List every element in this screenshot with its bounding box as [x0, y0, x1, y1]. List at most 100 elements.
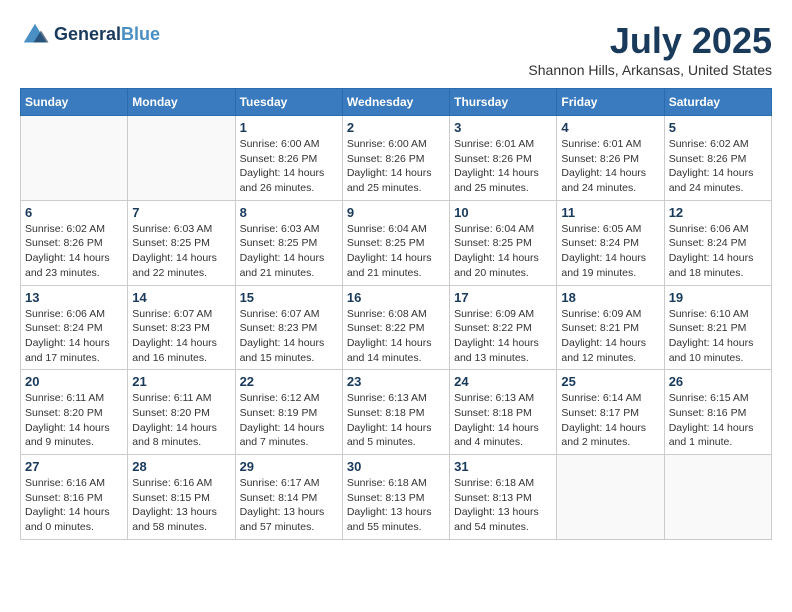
- calendar-cell: 2 Sunrise: 6:00 AM Sunset: 8:26 PM Daylig…: [342, 116, 449, 201]
- calendar-cell: 1 Sunrise: 6:00 AM Sunset: 8:26 PM Daylig…: [235, 116, 342, 201]
- page-header: GeneralBlue July 2025 Shannon Hills, Ark…: [20, 20, 772, 78]
- weekday-header-cell: Tuesday: [235, 89, 342, 116]
- day-number: 15: [240, 290, 338, 305]
- day-number: 1: [240, 120, 338, 135]
- day-number: 14: [132, 290, 230, 305]
- day-info: Sunrise: 6:09 AM Sunset: 8:22 PM Dayligh…: [454, 307, 552, 366]
- logo-icon: [20, 20, 50, 50]
- day-number: 30: [347, 459, 445, 474]
- calendar-cell: 31Sunrise: 6:18 AM Sunset: 8:13 PM Dayli…: [450, 455, 557, 540]
- weekday-header-row: SundayMondayTuesdayWednesdayThursdayFrid…: [21, 89, 772, 116]
- day-number: 17: [454, 290, 552, 305]
- day-info: Sunrise: 6:11 AM Sunset: 8:20 PM Dayligh…: [25, 391, 123, 450]
- day-info: Sunrise: 6:14 AM Sunset: 8:17 PM Dayligh…: [561, 391, 659, 450]
- day-info: Sunrise: 6:10 AM Sunset: 8:21 PM Dayligh…: [669, 307, 767, 366]
- day-number: 29: [240, 459, 338, 474]
- day-number: 31: [454, 459, 552, 474]
- day-info: Sunrise: 6:13 AM Sunset: 8:18 PM Dayligh…: [347, 391, 445, 450]
- weekday-header-cell: Friday: [557, 89, 664, 116]
- weekday-header-cell: Thursday: [450, 89, 557, 116]
- day-info: Sunrise: 6:13 AM Sunset: 8:18 PM Dayligh…: [454, 391, 552, 450]
- calendar-cell: 4 Sunrise: 6:01 AM Sunset: 8:26 PM Daylig…: [557, 116, 664, 201]
- logo: GeneralBlue: [20, 20, 160, 50]
- calendar-cell: 13 Sunrise: 6:06 AM Sunset: 8:24 PM Dayli…: [21, 285, 128, 370]
- day-number: 16: [347, 290, 445, 305]
- day-number: 10: [454, 205, 552, 220]
- calendar-cell: 28 Sunrise: 6:16 AM Sunset: 8:15 PM Dayli…: [128, 455, 235, 540]
- calendar-cell: [21, 116, 128, 201]
- day-info: Sunrise: 6:06 AM Sunset: 8:24 PM Dayligh…: [25, 307, 123, 366]
- day-info: Sunrise: 6:00 AM Sunset: 8:26 PM Dayligh…: [347, 137, 445, 196]
- day-number: 9: [347, 205, 445, 220]
- day-info: Sunrise: 6:16 AM Sunset: 8:15 PM Dayligh…: [132, 476, 230, 535]
- location: Shannon Hills, Arkansas, United States: [528, 62, 772, 78]
- day-number: 11: [561, 205, 659, 220]
- day-number: 21: [132, 374, 230, 389]
- day-number: 12: [669, 205, 767, 220]
- day-number: 18: [561, 290, 659, 305]
- day-info: Sunrise: 6:07 AM Sunset: 8:23 PM Dayligh…: [132, 307, 230, 366]
- calendar-week-row: 13 Sunrise: 6:06 AM Sunset: 8:24 PM Dayli…: [21, 285, 772, 370]
- weekday-header-cell: Sunday: [21, 89, 128, 116]
- calendar-week-row: 1 Sunrise: 6:00 AM Sunset: 8:26 PM Daylig…: [21, 116, 772, 201]
- calendar-cell: 20 Sunrise: 6:11 AM Sunset: 8:20 PM Dayli…: [21, 370, 128, 455]
- calendar-cell: 29 Sunrise: 6:17 AM Sunset: 8:14 PM Dayli…: [235, 455, 342, 540]
- day-number: 25: [561, 374, 659, 389]
- month-title: July 2025: [528, 20, 772, 62]
- calendar-cell: 7 Sunrise: 6:03 AM Sunset: 8:25 PM Daylig…: [128, 200, 235, 285]
- day-number: 27: [25, 459, 123, 474]
- day-number: 28: [132, 459, 230, 474]
- calendar-cell: 15Sunrise: 6:07 AM Sunset: 8:23 PM Dayli…: [235, 285, 342, 370]
- day-info: Sunrise: 6:12 AM Sunset: 8:19 PM Dayligh…: [240, 391, 338, 450]
- calendar-cell: 8 Sunrise: 6:03 AM Sunset: 8:25 PM Daylig…: [235, 200, 342, 285]
- calendar-cell: 30Sunrise: 6:18 AM Sunset: 8:13 PM Dayli…: [342, 455, 449, 540]
- weekday-header-cell: Wednesday: [342, 89, 449, 116]
- calendar-cell: 27 Sunrise: 6:16 AM Sunset: 8:16 PM Dayli…: [21, 455, 128, 540]
- calendar-cell: 21Sunrise: 6:11 AM Sunset: 8:20 PM Dayli…: [128, 370, 235, 455]
- calendar-body: 1 Sunrise: 6:00 AM Sunset: 8:26 PM Daylig…: [21, 116, 772, 540]
- day-info: Sunrise: 6:00 AM Sunset: 8:26 PM Dayligh…: [240, 137, 338, 196]
- day-info: Sunrise: 6:02 AM Sunset: 8:26 PM Dayligh…: [669, 137, 767, 196]
- logo-text: GeneralBlue: [54, 25, 160, 45]
- day-number: 2: [347, 120, 445, 135]
- calendar-cell: [128, 116, 235, 201]
- day-number: 3: [454, 120, 552, 135]
- calendar-cell: 10Sunrise: 6:04 AM Sunset: 8:25 PM Dayli…: [450, 200, 557, 285]
- day-info: Sunrise: 6:17 AM Sunset: 8:14 PM Dayligh…: [240, 476, 338, 535]
- day-number: 22: [240, 374, 338, 389]
- calendar-cell: [557, 455, 664, 540]
- day-number: 19: [669, 290, 767, 305]
- weekday-header-cell: Saturday: [664, 89, 771, 116]
- day-info: Sunrise: 6:01 AM Sunset: 8:26 PM Dayligh…: [454, 137, 552, 196]
- calendar-table: SundayMondayTuesdayWednesdayThursdayFrid…: [20, 88, 772, 540]
- day-info: Sunrise: 6:16 AM Sunset: 8:16 PM Dayligh…: [25, 476, 123, 535]
- calendar-cell: 12 Sunrise: 6:06 AM Sunset: 8:24 PM Dayli…: [664, 200, 771, 285]
- calendar-cell: [664, 455, 771, 540]
- calendar-week-row: 6Sunrise: 6:02 AM Sunset: 8:26 PM Daylig…: [21, 200, 772, 285]
- day-number: 13: [25, 290, 123, 305]
- calendar-cell: 22 Sunrise: 6:12 AM Sunset: 8:19 PM Dayli…: [235, 370, 342, 455]
- calendar-cell: 23 Sunrise: 6:13 AM Sunset: 8:18 PM Dayli…: [342, 370, 449, 455]
- calendar-week-row: 27 Sunrise: 6:16 AM Sunset: 8:16 PM Dayli…: [21, 455, 772, 540]
- day-number: 4: [561, 120, 659, 135]
- day-info: Sunrise: 6:02 AM Sunset: 8:26 PM Dayligh…: [25, 222, 123, 281]
- calendar-cell: 19 Sunrise: 6:10 AM Sunset: 8:21 PM Dayli…: [664, 285, 771, 370]
- weekday-header-cell: Monday: [128, 89, 235, 116]
- day-info: Sunrise: 6:06 AM Sunset: 8:24 PM Dayligh…: [669, 222, 767, 281]
- title-block: July 2025 Shannon Hills, Arkansas, Unite…: [528, 20, 772, 78]
- calendar-cell: 18Sunrise: 6:09 AM Sunset: 8:21 PM Dayli…: [557, 285, 664, 370]
- day-info: Sunrise: 6:01 AM Sunset: 8:26 PM Dayligh…: [561, 137, 659, 196]
- calendar-cell: 3 Sunrise: 6:01 AM Sunset: 8:26 PM Daylig…: [450, 116, 557, 201]
- day-info: Sunrise: 6:04 AM Sunset: 8:25 PM Dayligh…: [347, 222, 445, 281]
- day-number: 23: [347, 374, 445, 389]
- day-info: Sunrise: 6:08 AM Sunset: 8:22 PM Dayligh…: [347, 307, 445, 366]
- day-info: Sunrise: 6:15 AM Sunset: 8:16 PM Dayligh…: [669, 391, 767, 450]
- day-number: 20: [25, 374, 123, 389]
- calendar-cell: 17 Sunrise: 6:09 AM Sunset: 8:22 PM Dayli…: [450, 285, 557, 370]
- day-number: 8: [240, 205, 338, 220]
- day-number: 7: [132, 205, 230, 220]
- calendar-cell: 9 Sunrise: 6:04 AM Sunset: 8:25 PM Daylig…: [342, 200, 449, 285]
- day-info: Sunrise: 6:03 AM Sunset: 8:25 PM Dayligh…: [240, 222, 338, 281]
- calendar-cell: 6Sunrise: 6:02 AM Sunset: 8:26 PM Daylig…: [21, 200, 128, 285]
- day-info: Sunrise: 6:03 AM Sunset: 8:25 PM Dayligh…: [132, 222, 230, 281]
